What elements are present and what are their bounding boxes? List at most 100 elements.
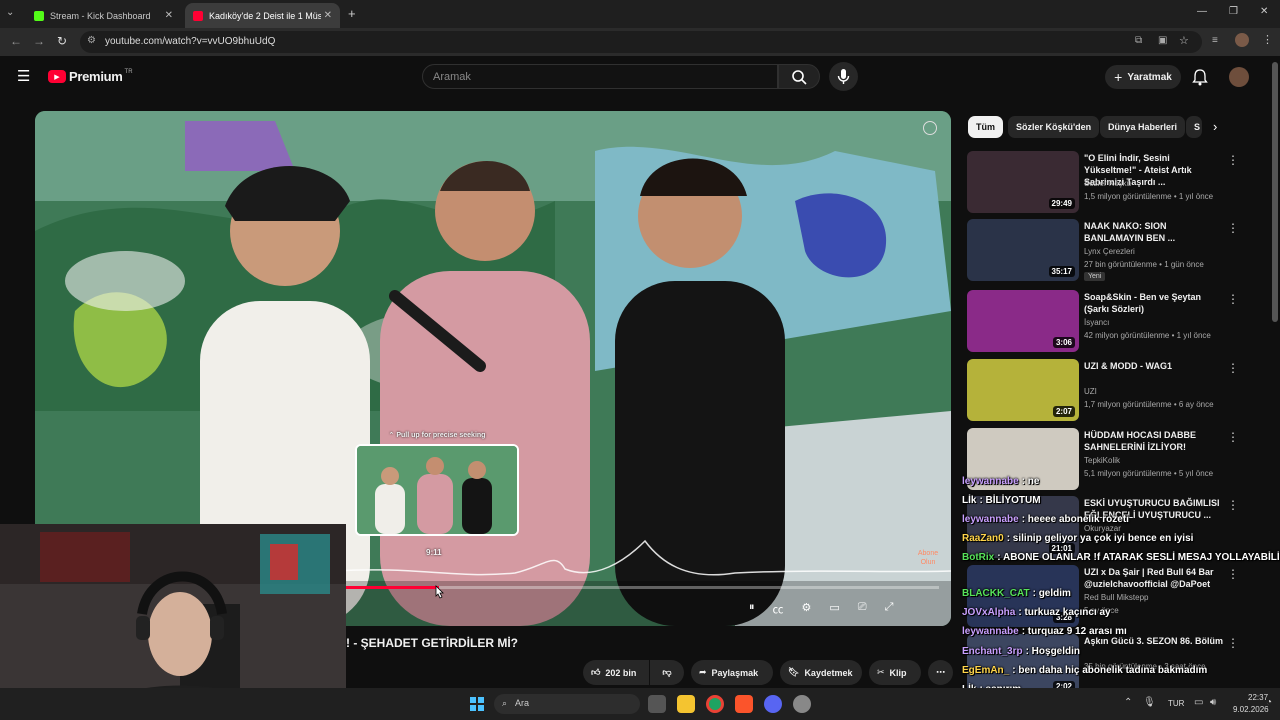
channel-watermark-icon[interactable] xyxy=(923,121,937,135)
discord-icon[interactable] xyxy=(764,695,782,713)
voice-search-button[interactable] xyxy=(829,62,858,91)
recommended-video[interactable]: 3:06 Soap&Skin - Ben ve Şeytan (Şarkı Söz… xyxy=(967,290,1247,354)
video-title[interactable]: UZI & MODD - WAG1 xyxy=(1084,360,1224,372)
cast-icon[interactable]: ⎚ xyxy=(858,601,867,617)
profile-avatar[interactable] xyxy=(1235,33,1249,47)
more-options-icon[interactable]: ⋮ xyxy=(1227,153,1239,167)
create-button[interactable]: + Yaratmak xyxy=(1105,65,1181,89)
share-button[interactable]: ➦ Paylaşmak xyxy=(691,660,773,685)
settings-gear-icon[interactable]: ⚙ xyxy=(802,601,812,617)
tab-kick-dashboard[interactable]: Stream - Kick Dashboard ✕ xyxy=(26,3,181,28)
close-icon[interactable]: ✕ xyxy=(165,10,173,21)
task-view-icon[interactable] xyxy=(648,695,666,713)
video-thumbnail[interactable]: 2:07 xyxy=(967,359,1079,421)
chat-username: RaaZan0 xyxy=(962,533,1004,544)
app-icon[interactable] xyxy=(793,695,811,713)
more-options-icon[interactable]: ⋮ xyxy=(1227,567,1239,581)
reload-icon[interactable]: ↻ xyxy=(57,34,67,48)
hamburger-menu-icon[interactable]: ☰ xyxy=(17,67,30,85)
translate-icon[interactable]: ⧉ xyxy=(1135,35,1142,46)
maximize-icon[interactable]: ❐ xyxy=(1229,6,1238,17)
microphone-tray-icon[interactable]: 🎙︎ xyxy=(1143,697,1156,708)
taskbar-search-box[interactable]: ⌕ Ara xyxy=(494,694,640,714)
video-title[interactable]: Soap&Skin - Ben ve Şeytan (Şarkı Sözleri… xyxy=(1084,291,1224,315)
chrome-icon[interactable] xyxy=(706,695,724,713)
theater-mode-icon[interactable]: ▭ xyxy=(829,601,839,617)
bookmark-star-icon[interactable]: ☆ xyxy=(1179,34,1189,47)
channel-name[interactable]: Sözler Köşkü xyxy=(1084,179,1131,188)
chat-text: : ABONE OLANLAR !f ATARAK SESLİ MESAJ YO… xyxy=(997,552,1280,563)
recommended-video[interactable]: 35:17 NAAK NAKO: SION BANLAMAYIN BEN ... L… xyxy=(967,219,1247,283)
windows-start-icon[interactable] xyxy=(470,697,484,711)
url-text[interactable]: youtube.com/watch?v=vvUO9bhuUdQ xyxy=(105,36,275,47)
notifications-icon[interactable]: ◔ xyxy=(1266,697,1272,708)
channel-name[interactable]: Okuryazar xyxy=(1084,524,1121,533)
chat-username: JOVxAlpha xyxy=(962,607,1016,618)
close-window-icon[interactable]: ✕ xyxy=(1260,6,1268,17)
chip-sozler-kosku[interactable]: Sözler Köşkü'den xyxy=(1008,116,1100,138)
pause-icon[interactable]: ⏸ xyxy=(749,601,755,617)
save-button[interactable]: 🔖︎ Kaydetmek xyxy=(780,660,862,685)
more-options-icon[interactable]: ⋮ xyxy=(1227,292,1239,306)
video-title[interactable]: NAAK NAKO: SION BANLAMAYIN BEN ... xyxy=(1084,220,1224,244)
reading-list-icon[interactable]: ≡ xyxy=(1212,35,1218,46)
search-input[interactable]: Aramak xyxy=(422,64,778,89)
chat-text: : turkuaz kaçıncı ay xyxy=(1018,607,1111,618)
channel-name[interactable]: Red Bull Mikstepp xyxy=(1084,593,1148,602)
close-icon[interactable]: ✕ xyxy=(324,10,332,21)
clip-button[interactable]: ✂ Klip xyxy=(869,660,921,685)
network-icon[interactable]: ▭ xyxy=(1194,697,1203,708)
bookmark-icon: 🔖︎ xyxy=(788,667,800,677)
video-thumbnail[interactable]: 35:17 xyxy=(967,219,1079,281)
brave-icon[interactable] xyxy=(735,695,753,713)
chip-world-news[interactable]: Dünya Haberleri xyxy=(1100,116,1186,138)
video-title[interactable]: UZI x Da Şair | Red Bull 64 Bar @uzielch… xyxy=(1084,566,1224,590)
chips-next-icon[interactable]: › xyxy=(1213,119,1217,134)
recommended-video[interactable]: 29:49 "O Elini İndir, Sesini Yükseltme!" … xyxy=(967,151,1247,215)
minimize-icon[interactable]: — xyxy=(1197,6,1207,17)
youtube-logo[interactable]: ▶ Premium TR xyxy=(48,69,133,84)
video-thumbnail[interactable]: 29:49 xyxy=(967,151,1079,213)
more-options-icon[interactable]: ⋮ xyxy=(1227,498,1239,512)
kick-favicon-icon xyxy=(34,10,44,21)
tray-chevron-icon[interactable]: ⌃ xyxy=(1124,697,1132,708)
like-button[interactable]: 👍︎ 202 bin xyxy=(583,660,649,685)
page-scrollbar[interactable] xyxy=(1272,62,1278,322)
channel-name[interactable]: UZI xyxy=(1084,387,1097,396)
tab-list-chevron-icon[interactable]: ⌄ xyxy=(6,7,14,18)
back-icon[interactable]: ← xyxy=(10,34,22,48)
site-info-icon[interactable]: ⚙ xyxy=(87,35,96,46)
more-options-icon[interactable]: ⋮ xyxy=(1227,636,1239,650)
more-actions-button[interactable]: ⋯ xyxy=(928,660,953,685)
subscribe-watermark[interactable]: Abone Olun xyxy=(911,549,945,567)
captions-icon[interactable]: ㏄ xyxy=(773,601,784,617)
dislike-button[interactable]: 👎︎ xyxy=(650,660,684,685)
video-thumbnail[interactable]: 3:06 xyxy=(967,290,1079,352)
input-language[interactable]: TUR xyxy=(1168,699,1184,708)
address-bar[interactable]: ⚙ youtube.com/watch?v=vvUO9bhuUdQ ⧉ ▣ ☆ xyxy=(80,31,1202,53)
forward-icon[interactable]: → xyxy=(33,34,45,48)
channel-name[interactable]: Lynx Çerezleri xyxy=(1084,247,1135,256)
chip-all[interactable]: Tüm xyxy=(968,116,1003,138)
chip-partial[interactable]: S xyxy=(1186,116,1202,138)
search-button[interactable] xyxy=(778,64,820,89)
logo-text: Premium xyxy=(69,69,123,84)
more-options-icon[interactable]: ⋮ xyxy=(1227,221,1239,235)
channel-name[interactable]: İsyancı xyxy=(1084,318,1109,327)
channel-name[interactable]: TepkiKolik xyxy=(1084,456,1120,465)
video-title[interactable]: HÜDDAM HOCASI DABBE SAHNELERİNİ İZLİYOR! xyxy=(1084,429,1224,453)
file-explorer-icon[interactable] xyxy=(677,695,695,713)
more-options-icon[interactable]: ⋮ xyxy=(1227,430,1239,444)
tab-youtube-video[interactable]: Kadıköy'de 2 Deist ile 1 Müslüm ✕ xyxy=(185,3,340,28)
notifications-bell-icon[interactable] xyxy=(1192,68,1208,86)
install-app-icon[interactable]: ▣ xyxy=(1158,35,1167,46)
plus-icon: + xyxy=(1114,69,1123,85)
account-avatar[interactable] xyxy=(1229,67,1249,87)
fullscreen-icon[interactable]: ⤢ xyxy=(885,601,894,617)
clock-date[interactable]: 9.02.2026 xyxy=(1233,705,1269,714)
browser-menu-icon[interactable]: ⋮ xyxy=(1262,33,1273,46)
volume-icon[interactable]: 🔊︎ xyxy=(1210,697,1216,708)
more-options-icon[interactable]: ⋮ xyxy=(1227,361,1239,375)
recommended-video[interactable]: 2:07 UZI & MODD - WAG1 UZI 1,7 milyon görün… xyxy=(967,359,1247,423)
new-tab-icon[interactable]: + xyxy=(348,6,356,21)
